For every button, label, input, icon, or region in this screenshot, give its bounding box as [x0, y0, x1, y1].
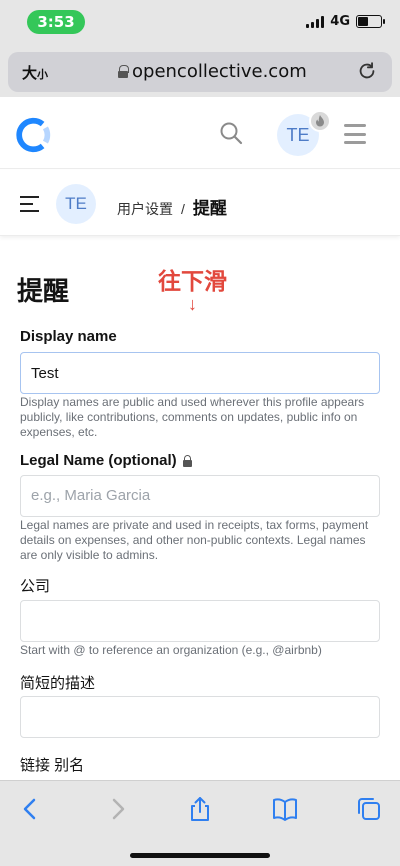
display-name-help: Display names are public and used wherev… — [20, 395, 365, 439]
breadcrumb: 用户设置 / 提醒 — [117, 194, 227, 219]
status-indicators: 4G — [306, 14, 385, 29]
profile-avatar[interactable]: TE — [56, 184, 96, 224]
site-header — [0, 97, 400, 169]
legal-name-input[interactable]: e.g., Maria Garcia — [20, 475, 380, 517]
search-icon[interactable] — [218, 120, 244, 146]
breadcrumb-separator: / — [181, 201, 185, 217]
share-icon[interactable] — [186, 795, 214, 823]
scroll-annotation: 往下滑 — [158, 268, 227, 294]
notification-badge — [309, 110, 331, 132]
short-description-label: 简短的描述 — [20, 675, 96, 692]
display-name-label: Display name — [20, 328, 117, 345]
display-name-input[interactable] — [20, 352, 380, 394]
home-indicator[interactable] — [130, 853, 270, 858]
status-time: 3:53 — [27, 10, 85, 34]
page-title: 提醒 — [17, 276, 70, 306]
company-label: 公司 — [20, 578, 51, 595]
sidebar-menu-icon[interactable] — [20, 196, 39, 212]
address-bar[interactable]: 大小 opencollective.com — [8, 52, 392, 92]
tabs-icon[interactable] — [355, 795, 383, 823]
lock-icon — [182, 454, 192, 467]
company-help: Start with @ to reference an organizatio… — [20, 643, 322, 657]
breadcrumb-current: 提醒 — [192, 199, 227, 218]
font-size-button[interactable]: 大小 — [22, 62, 48, 83]
flame-icon — [316, 115, 324, 127]
legal-name-help: Legal names are private and used in rece… — [20, 518, 369, 562]
lock-icon — [118, 65, 129, 78]
short-description-input[interactable] — [20, 696, 380, 738]
signal-icon — [306, 15, 325, 28]
annotation-arrow: ↓ — [188, 294, 197, 314]
legal-name-label: Legal Name (optional) — [20, 452, 192, 469]
reload-icon[interactable] — [356, 60, 378, 82]
url-display[interactable]: opencollective.com — [118, 61, 307, 82]
network-type: 4G — [330, 14, 350, 29]
back-icon[interactable] — [17, 795, 45, 823]
url-text: opencollective.com — [132, 61, 307, 82]
menu-icon[interactable] — [344, 124, 366, 144]
battery-icon — [356, 15, 385, 28]
opencollective-logo[interactable] — [16, 116, 54, 154]
bookmarks-icon[interactable] — [271, 795, 299, 823]
breadcrumb-parent[interactable]: 用户设置 — [117, 199, 173, 219]
forward-icon[interactable] — [103, 795, 131, 823]
company-input[interactable] — [20, 600, 380, 642]
link-alias-label: 链接 别名 — [20, 757, 85, 774]
